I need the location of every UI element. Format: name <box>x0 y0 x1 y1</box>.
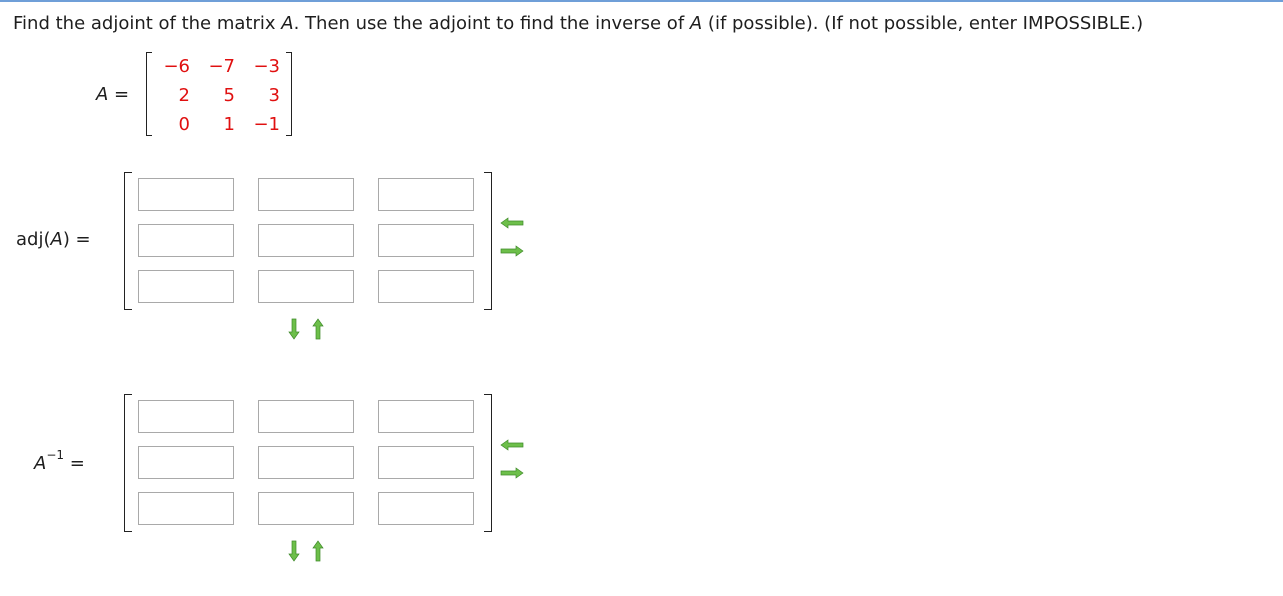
given-matrix: −6 −7 −3 2 5 3 0 1 −1 <box>146 52 292 136</box>
arrow-left-icon[interactable] <box>500 439 524 451</box>
adjoint-entry-r1c3[interactable] <box>378 178 474 211</box>
right-bracket <box>286 52 292 136</box>
inverse-label: A−1 = <box>34 448 85 474</box>
adjoint-matrix <box>124 172 492 310</box>
top-divider <box>0 0 1283 2</box>
arrow-up-icon[interactable] <box>312 318 324 340</box>
inverse-matrix <box>124 394 492 532</box>
inverse-entry-r1c1[interactable] <box>138 400 234 433</box>
inverse-entry-r2c1[interactable] <box>138 446 234 479</box>
adjoint-entry-r1c1[interactable] <box>138 178 234 211</box>
inverse-entry-r3c3[interactable] <box>378 492 474 525</box>
matrix-entry: 0 <box>178 114 190 135</box>
inverse-entry-r3c2[interactable] <box>258 492 354 525</box>
adjoint-entry-r2c2[interactable] <box>258 224 354 257</box>
given-matrix-label: A = <box>96 84 129 105</box>
arrow-up-icon[interactable] <box>312 540 324 562</box>
question-text: Find the adjoint of the matrix A. Then u… <box>13 13 1143 34</box>
arrow-down-icon[interactable] <box>288 540 300 562</box>
arrow-right-icon[interactable] <box>500 467 524 479</box>
matrix-entry: −7 <box>208 56 235 77</box>
inverse-entry-r1c3[interactable] <box>378 400 474 433</box>
equals-sign: = <box>108 84 130 105</box>
left-bracket <box>124 394 132 532</box>
arrow-left-icon[interactable] <box>500 217 524 229</box>
matrix-entry: 5 <box>223 85 235 106</box>
question-variable: A <box>689 13 703 34</box>
question-part: Find the adjoint of the matrix <box>13 13 282 34</box>
inverse-entry-r2c3[interactable] <box>378 446 474 479</box>
question-part: (if possible). (If not possible, enter I… <box>702 13 1144 34</box>
arrow-right-icon[interactable] <box>500 245 524 257</box>
right-bracket <box>484 394 492 532</box>
label-text: ) = <box>62 229 91 250</box>
matrix-entry: 2 <box>178 85 190 106</box>
matrix-entry: 3 <box>268 85 280 106</box>
inverse-entry-r2c2[interactable] <box>258 446 354 479</box>
adjoint-entry-r3c1[interactable] <box>138 270 234 303</box>
label-text: adj( <box>16 229 51 250</box>
arrow-down-icon[interactable] <box>288 318 300 340</box>
adjoint-entry-r2c1[interactable] <box>138 224 234 257</box>
right-bracket <box>484 172 492 310</box>
question-variable: A <box>281 13 294 34</box>
matrix-variable: A <box>96 84 109 105</box>
adjoint-entry-r3c3[interactable] <box>378 270 474 303</box>
matrix-entry: 1 <box>223 114 235 135</box>
matrix-variable: A <box>34 453 47 474</box>
inverse-entry-r3c1[interactable] <box>138 492 234 525</box>
inverse-entry-r1c2[interactable] <box>258 400 354 433</box>
adjoint-entry-r1c2[interactable] <box>258 178 354 211</box>
inverse-exponent: −1 <box>46 448 65 462</box>
adjoint-entry-r2c3[interactable] <box>378 224 474 257</box>
equals-sign: = <box>64 453 85 474</box>
matrix-variable: A <box>50 229 63 250</box>
matrix-entry: −6 <box>163 56 190 77</box>
adjoint-entry-r3c2[interactable] <box>258 270 354 303</box>
matrix-entry: −3 <box>253 56 280 77</box>
adjoint-label: adj(A) = <box>16 229 91 250</box>
matrix-entry: −1 <box>253 114 280 135</box>
question-part: . Then use the adjoint to find the inver… <box>293 13 690 34</box>
left-bracket <box>124 172 132 310</box>
